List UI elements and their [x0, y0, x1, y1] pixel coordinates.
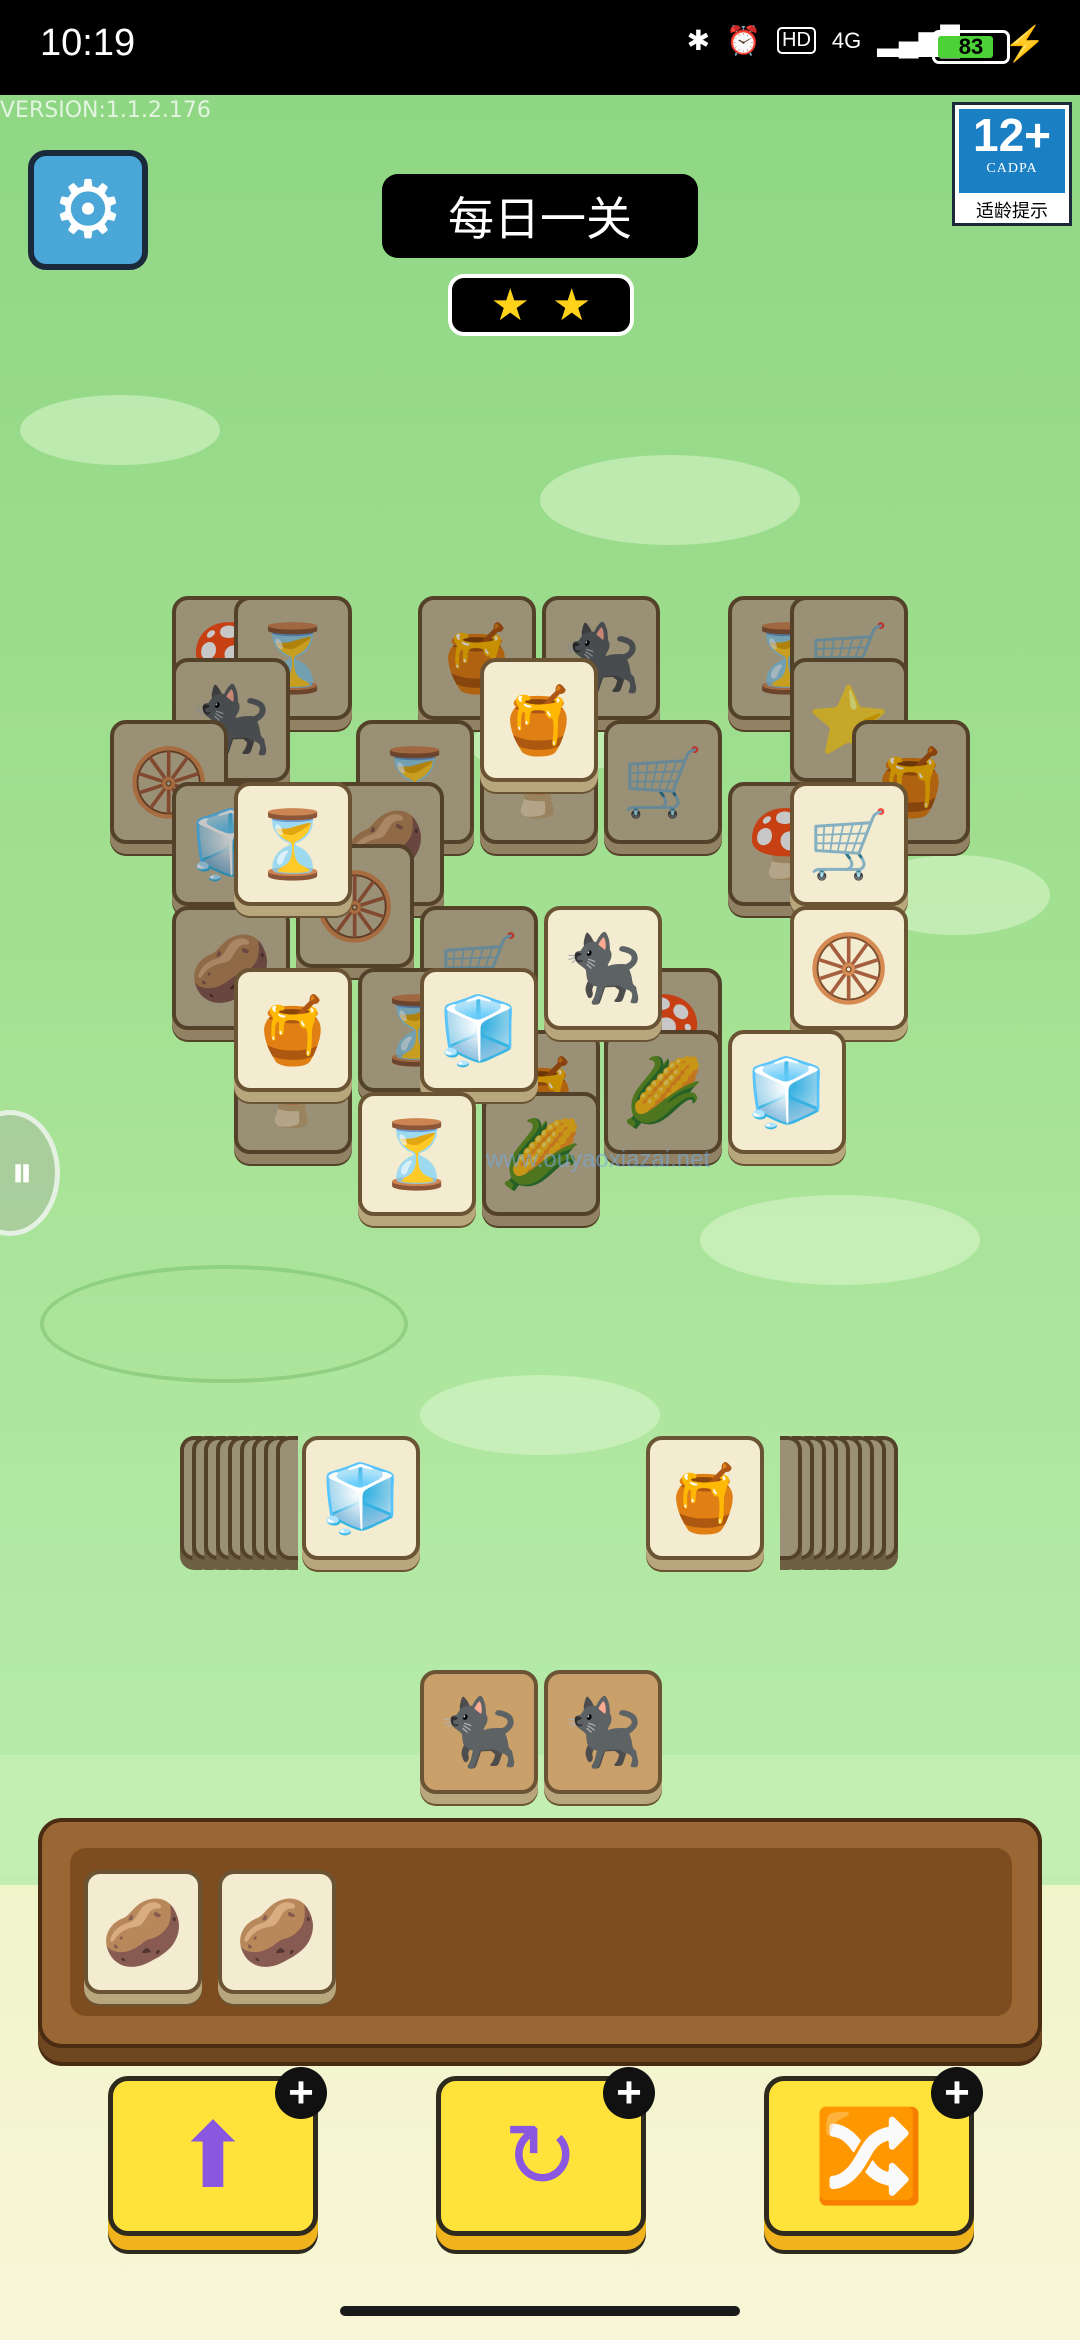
home-indicator[interactable] — [340, 2306, 740, 2316]
bottom-pair-tile[interactable]: 🐈‍⬛ — [544, 1670, 662, 1794]
battery-level: 83 — [958, 34, 984, 59]
board-tile-selectable[interactable]: ⏳ — [234, 782, 352, 906]
star-icon: ★ — [490, 280, 530, 330]
watermark-text: www.ouyaoxiazai.net — [486, 1146, 711, 1173]
move-out-tool-button[interactable]: ⬆ + — [108, 2067, 327, 2236]
pause-icon: ⏸ — [11, 1148, 33, 1197]
status-bar: 10:19 ✱ ⏰ HD 4G ▂▄▆█ 83 ⚡ — [0, 0, 1080, 95]
board-tile-selectable[interactable]: 🛞 — [790, 906, 908, 1030]
shuffle-tool-button[interactable]: 🔀 + — [764, 2067, 983, 2236]
add-tool-icon[interactable]: + — [275, 2067, 327, 2119]
tray-tile: 🥔 — [84, 1870, 202, 1994]
board-tile-selectable[interactable]: ⏳ — [358, 1092, 476, 1216]
version-label: VERSION:1.1.2.176 — [0, 98, 211, 123]
status-icons: ✱ ⏰ HD 4G ▂▄▆█ — [687, 24, 960, 57]
board-tile-selectable[interactable]: 🧊 — [728, 1030, 846, 1154]
undo-tool-button[interactable]: ↻ + — [436, 2067, 655, 2236]
status-time: 10:19 — [40, 22, 136, 64]
left-stack-top-tile[interactable]: 🧊 — [302, 1436, 420, 1560]
board-tile-selectable[interactable]: 🛒 — [790, 782, 908, 906]
shuffle-icon: 🔀 — [812, 2106, 926, 2207]
charging-icon: ⚡ — [1003, 25, 1046, 63]
age-rating-value: 12+ — [972, 109, 1052, 161]
star-icon: ★ — [552, 280, 592, 330]
bluetooth-icon: ✱ — [686, 25, 711, 56]
battery-icon: 83 — [932, 30, 1010, 64]
age-rating-org: CADPA — [986, 161, 1038, 176]
tray-tile: 🥔 — [218, 1870, 336, 1994]
right-stack-top-tile[interactable]: 🍯 — [646, 1436, 764, 1560]
age-rating-badge[interactable]: 12+ CADPA 适龄提示 — [952, 102, 1072, 226]
add-tool-icon[interactable]: + — [603, 2067, 655, 2119]
network-label: 4G — [831, 27, 862, 53]
tile-tray: 🥔 🥔 — [38, 1818, 1042, 2048]
board-tile-selectable[interactable]: 🍯 — [480, 658, 598, 782]
board-tile-selectable[interactable]: 🧊 — [420, 968, 538, 1092]
board-tile: 🛒 — [604, 720, 722, 844]
tray-slots: 🥔 🥔 — [70, 1848, 1012, 2016]
bottom-pair-tile[interactable]: 🐈‍⬛ — [420, 1670, 538, 1794]
stack-edge — [276, 1436, 298, 1560]
gear-icon: ⚙ — [52, 165, 124, 254]
hd-icon: HD — [777, 27, 816, 54]
board-tile-selectable[interactable]: 🍯 — [234, 968, 352, 1092]
age-rating-tip: 适龄提示 — [976, 201, 1048, 222]
move-out-icon: ⬆ — [175, 2106, 251, 2207]
settings-button[interactable]: ⚙ — [28, 150, 148, 270]
board-tile: 🌽 — [604, 1030, 722, 1154]
undo-icon: ↻ — [503, 2106, 579, 2207]
board-tile-selectable[interactable]: 🐈‍⬛ — [544, 906, 662, 1030]
alarm-icon: ⏰ — [726, 25, 761, 56]
stack-edge — [780, 1436, 802, 1560]
star-rating: ★ ★ — [448, 274, 634, 336]
level-title: 每日一关 — [382, 174, 698, 258]
add-tool-icon[interactable]: + — [931, 2067, 983, 2119]
